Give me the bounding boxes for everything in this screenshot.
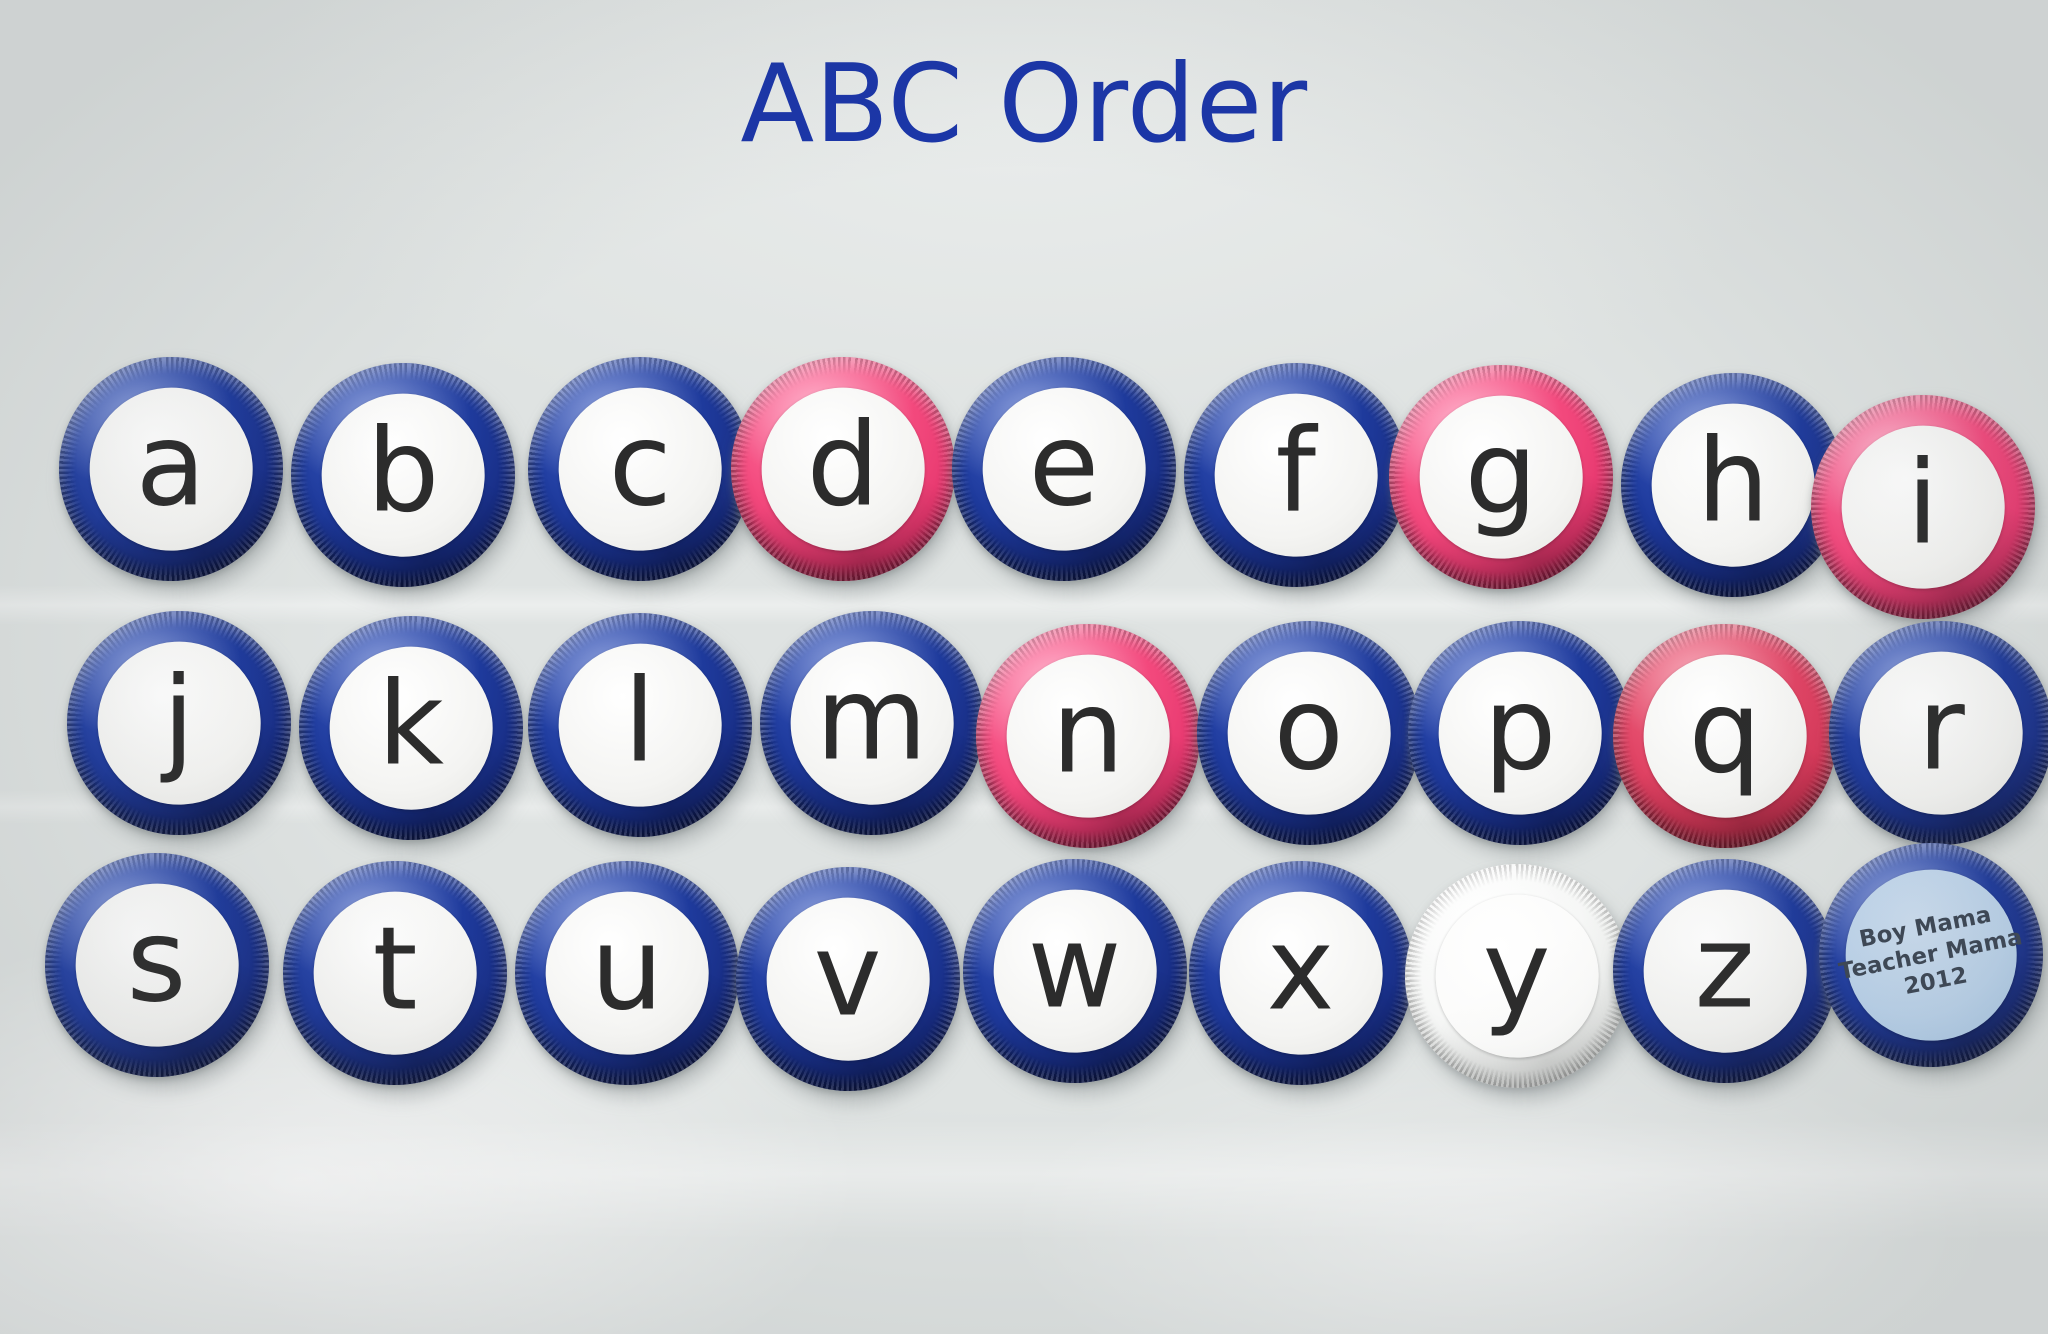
cap-letter: i [1906,437,1939,571]
bottle-cap-x[interactable]: x [1185,857,1423,1102]
bottle-cap-r[interactable]: r [1825,617,2048,861]
cap-letter: d [806,399,880,533]
cap-letter: s [127,895,188,1029]
cap-letter: g [1464,407,1538,541]
bottle-cap-o[interactable]: o [1193,617,1431,862]
bottle-cap-y[interactable]: y [1401,860,1640,1104]
bottle-cap-i[interactable]: i [1804,388,2047,637]
bottle-cap-logo[interactable]: Boy Mama Teacher Mama 2012 [1811,835,2048,1086]
cap-letter: h [1696,415,1770,549]
bottle-cap-a[interactable]: a [51,349,298,601]
cap-letter: a [135,399,206,533]
cap-letter: f [1275,405,1317,539]
bottle-cap-p[interactable]: p [1402,615,1645,863]
bottle-cap-s[interactable]: s [39,847,282,1095]
bottle-cap-c[interactable]: c [524,353,763,597]
cap-letter: l [624,655,656,789]
cap-letter: e [1028,399,1100,533]
bottle-cap-q[interactable]: q [1603,614,1852,870]
photo-canvas: ABC Order a b c d e f g h i j k l m n o p q r s t u v w x y z Boy … [0,0,2048,1334]
bottle-cap-j[interactable]: j [60,604,303,853]
bottle-cap-t[interactable]: t [276,855,518,1104]
cap-letter: q [1688,666,1762,800]
bottle-cap-m[interactable]: m [754,604,996,853]
cap-letter: b [366,405,440,539]
cap-letter: n [1051,666,1125,800]
cap-letter: u [590,903,663,1037]
cap-letter: p [1483,663,1557,797]
bottle-cap-w[interactable]: w [956,852,1199,1101]
cap-letter: j [162,653,195,787]
cap-letter: z [1695,901,1756,1035]
bottle-cap-u[interactable]: u [510,857,749,1101]
cap-letter: x [1267,903,1336,1037]
cap-letter: v [814,909,882,1043]
bottle-cap-b[interactable]: b [284,356,526,605]
cap-letter: k [377,658,444,792]
bottle-cap-n[interactable]: n [968,616,1215,868]
bottle-cap-f[interactable]: f [1180,358,1418,603]
bottle-cap-v[interactable]: v [728,859,973,1111]
cap-letter: y [1483,906,1552,1040]
cap-letter: r [1917,663,1965,797]
page-title: ABC Order [740,42,1308,167]
cap-letter: m [816,653,928,787]
cap-letter: w [1027,901,1122,1035]
logo-watermark: Boy Mama Teacher Mama 2012 [1831,896,2030,1013]
bottle-cap-k[interactable]: k [291,608,536,860]
cap-letter: c [608,399,672,533]
bottle-cap-z[interactable]: z [1607,852,1849,1101]
cap-letter: o [1274,663,1345,797]
bottle-cap-l[interactable]: l [524,609,763,853]
bottle-cap-e[interactable]: e [946,351,1189,599]
cap-letter: t [372,903,418,1037]
bottle-cap-g[interactable]: g [1379,355,1630,611]
surface-sheen-band-3 [0,1120,2048,1240]
bottle-cap-d[interactable]: d [721,347,969,604]
